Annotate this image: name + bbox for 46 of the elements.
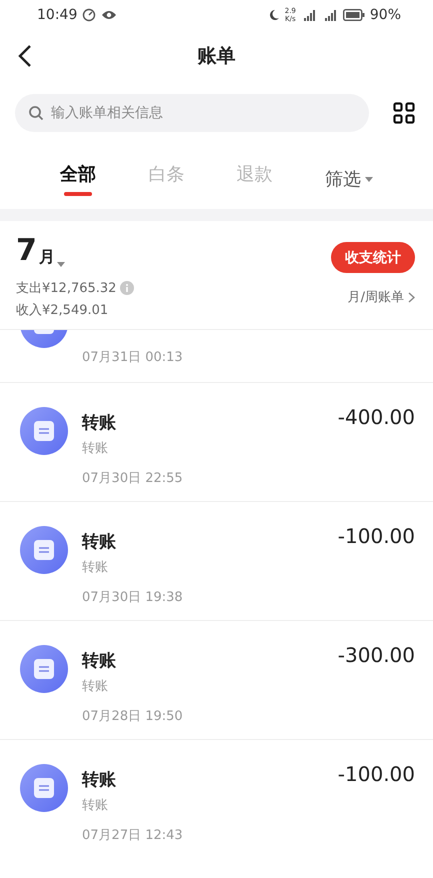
transaction-amount: -400.00 <box>338 405 415 431</box>
transaction-date: 07月28日 19:50 <box>82 708 184 725</box>
filter-dropdown[interactable]: 筛选 <box>304 162 393 196</box>
transaction-amount: -100.00 <box>338 762 415 788</box>
month-unit[interactable]: 月 <box>38 247 55 267</box>
transfer-icon <box>20 645 68 693</box>
search-field[interactable]: 输入账单相关信息 <box>15 94 369 132</box>
transaction-subtitle: 转账 <box>82 797 109 814</box>
period-link[interactable]: 月/周账单 <box>348 288 415 306</box>
status-time: 10:49 <box>37 7 78 23</box>
battery-icon <box>342 9 365 21</box>
transaction-amount: -100.00 <box>338 524 415 550</box>
chevron-icon <box>408 292 415 302</box>
transaction-date: 07月31日 00:13 <box>82 349 184 366</box>
transaction-item[interactable]: 转账 转账 07月30日 19:38 -100.00 <box>0 501 433 620</box>
battery-percent: 90% <box>370 7 401 23</box>
transfer-icon <box>20 407 68 455</box>
transaction-item[interactable]: 转账 转账 07月30日 22:55 -400.00 <box>0 382 433 501</box>
transaction-date: 07月30日 19:38 <box>82 589 184 606</box>
moon-icon <box>268 9 280 21</box>
transaction-subtitle: 转账 <box>82 440 109 457</box>
transfer-icon <box>20 764 68 812</box>
transaction-subtitle: 转账 <box>82 678 109 695</box>
grid-icon[interactable] <box>393 102 415 124</box>
tab[interactable]: 全部 <box>40 162 116 196</box>
page-title: 账单 <box>198 44 236 69</box>
caret-icon <box>364 176 373 182</box>
caret-icon[interactable] <box>56 262 65 267</box>
transaction-date: 07月27日 12:43 <box>82 827 184 844</box>
income-total: 收入¥2,549.01 <box>16 302 110 319</box>
transaction-subtitle: 转账 <box>82 559 109 576</box>
transfer-icon <box>20 526 68 574</box>
transaction-item[interactable]: 转账 转账 07月28日 19:50 -300.00 <box>0 620 433 739</box>
eye-icon <box>101 9 118 21</box>
transaction-title: 转账 <box>82 412 117 434</box>
transaction-title: 转账 <box>82 769 117 791</box>
transaction-title: 转账 <box>82 650 117 672</box>
month-number[interactable]: 7 <box>16 235 37 267</box>
transaction-amount: -300.00 <box>338 643 415 669</box>
stats-button[interactable]: 收支统计 <box>331 242 415 273</box>
transaction-date: 07月30日 22:55 <box>82 470 184 487</box>
transaction-title: 转账 <box>82 531 117 553</box>
back-icon[interactable] <box>18 44 32 68</box>
transaction-item[interactable]: 转账 转账 07月27日 12:43 -100.00 <box>0 739 433 858</box>
expense-total: 支出¥12,765.32 <box>16 280 116 297</box>
speedometer-icon <box>82 8 96 22</box>
